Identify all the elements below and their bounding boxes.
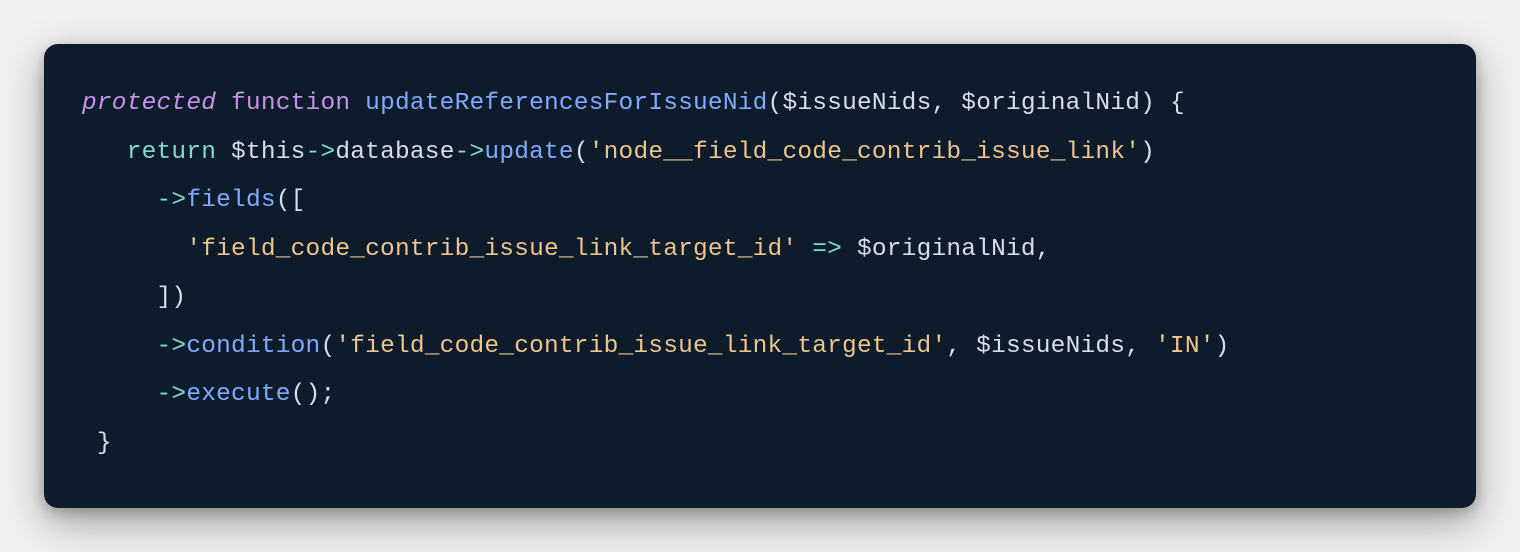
param-originalNid: $originalNid [961, 90, 1140, 117]
close-paren: ) [306, 381, 321, 408]
prop-database: database [335, 139, 454, 166]
string-target-id2: 'field_code_contrib_issue_link_target_id… [335, 333, 946, 360]
fat-arrow: => [812, 236, 842, 263]
var-issueNids: $issueNids [976, 333, 1125, 360]
code-content: protected function updateReferencesForIs… [82, 80, 1438, 468]
arrow-operator: -> [455, 139, 485, 166]
comma: , [1125, 333, 1140, 360]
param-issueNids: $issueNids [782, 90, 931, 117]
open-paren: ( [320, 333, 335, 360]
code-block-card: protected function updateReferencesForIs… [44, 44, 1476, 508]
open-paren: ( [574, 139, 589, 166]
close-paren: ) [1140, 139, 1155, 166]
open-bracket: [ [291, 187, 306, 214]
method-update: update [484, 139, 573, 166]
string-in: 'IN' [1155, 333, 1215, 360]
open-brace: { [1170, 90, 1185, 117]
arrow-operator: -> [306, 139, 336, 166]
open-paren: ( [768, 90, 783, 117]
comma: , [931, 90, 946, 117]
close-brace: } [97, 430, 112, 457]
var-originalNid: $originalNid [857, 236, 1036, 263]
arrow-operator: -> [157, 381, 187, 408]
keyword-return: return [127, 139, 216, 166]
arrow-operator: -> [157, 187, 187, 214]
open-paren: ( [291, 381, 306, 408]
function-name: updateReferencesForIssueNid [365, 90, 767, 117]
comma: , [1036, 236, 1051, 263]
close-paren: ) [171, 284, 186, 311]
method-fields: fields [186, 187, 275, 214]
open-paren: ( [276, 187, 291, 214]
semicolon: ; [320, 381, 335, 408]
arrow-operator: -> [157, 333, 187, 360]
string-target-id: 'field_code_contrib_issue_link_target_id… [186, 236, 797, 263]
keyword-function: function [231, 90, 350, 117]
method-condition: condition [186, 333, 320, 360]
close-bracket: ] [157, 284, 172, 311]
string-table: 'node__field_code_contrib_issue_link' [589, 139, 1140, 166]
method-execute: execute [186, 381, 290, 408]
var-this: $this [231, 139, 306, 166]
close-paren: ) [1140, 90, 1155, 117]
close-paren: ) [1215, 333, 1230, 360]
comma: , [946, 333, 961, 360]
keyword-protected: protected [82, 90, 216, 117]
